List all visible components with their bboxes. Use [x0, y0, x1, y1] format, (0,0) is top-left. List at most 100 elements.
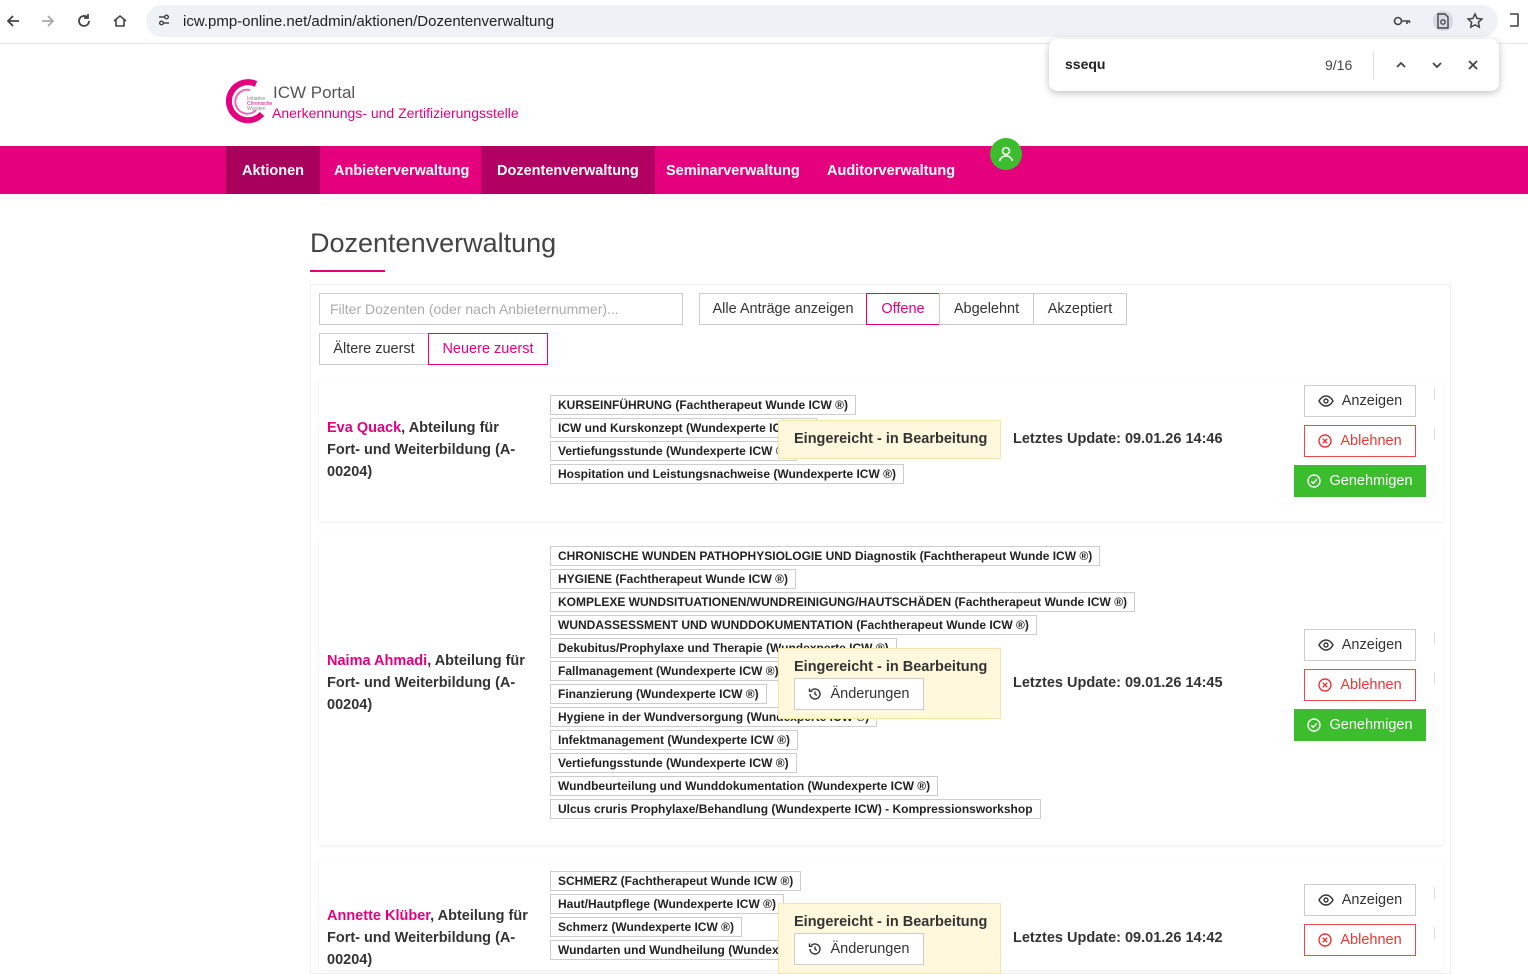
nav-dozentenverwaltung[interactable]: Dozentenverwaltung [481, 146, 655, 194]
changes-button[interactable]: Änderungen [794, 678, 924, 710]
last-update: Letztes Update: 09.01.26 14:42 [1013, 930, 1223, 946]
course-tag: Vertiefungsstunde (Wundexperte ICW ®) [550, 753, 797, 773]
back-icon[interactable] [0, 8, 26, 34]
user-account-icon[interactable] [990, 138, 1022, 170]
find-match-count: 9/16 [1325, 57, 1353, 73]
course-tag: Hospitation und Leistungsnachweise (Wund… [550, 464, 904, 484]
dozent-name-block: Annette Klüber, Abteilung für Fort- und … [327, 905, 532, 971]
url-text: icw.pmp-online.net/admin/aktionen/Dozent… [183, 13, 555, 30]
password-key-icon[interactable] [1392, 12, 1412, 35]
course-tag: Haut/Hautpflege (Wundexperte ICW ®) [550, 894, 784, 914]
nav-auditorverwaltung[interactable]: Auditorverwaltung [811, 146, 971, 194]
check-circle-icon [1307, 718, 1322, 732]
course-tag: ICW und Kurskonzept (Wundexperte ICW ®) [550, 418, 817, 438]
history-icon [809, 688, 822, 700]
status-box: Eingereicht - in Bearbeitung [778, 420, 1001, 459]
approve-label: Genehmigen [1329, 473, 1413, 489]
reject-button[interactable]: Ablehnen [1304, 924, 1416, 956]
find-divider [1373, 51, 1374, 79]
course-tag: Wundbeurteilung und Wunddokumentation (W… [550, 776, 939, 796]
nav-anbieterverwaltung[interactable]: Anbieterverwaltung [318, 146, 485, 194]
course-tag: Fallmanagement (Wundexperte ICW ®) [550, 661, 787, 681]
address-bar[interactable]: icw.pmp-online.net/admin/aktionen/Dozent… [146, 5, 1498, 37]
check-circle-icon [1307, 474, 1322, 488]
find-next-icon[interactable] [1426, 54, 1448, 76]
approve-label: Genehmigen [1329, 717, 1413, 733]
dozent-name[interactable]: Naima Ahmadi [327, 653, 427, 669]
view-label: Anzeigen [1341, 393, 1403, 409]
reject-label: Ablehnen [1340, 932, 1402, 948]
nav-seminarverwaltung[interactable]: Seminarverwaltung [650, 146, 816, 194]
browser-toolbar: icw.pmp-online.net/admin/aktionen/Dozent… [0, 0, 1528, 44]
filter-all-button[interactable]: Alle Anträge anzeigen [699, 293, 867, 325]
status-text: Eingereicht - in Bearbeitung [794, 431, 988, 447]
find-close-icon[interactable] [1462, 54, 1484, 76]
nav-aktionen[interactable]: Aktionen [226, 146, 321, 194]
x-circle-icon [1318, 933, 1333, 947]
portal-subtitle: Anerkennungs- und Zertifizierungsstelle [272, 105, 519, 121]
reject-label: Ablehnen [1340, 433, 1402, 449]
main-navbar: Aktionen Anbieterverwaltung Dozentenverw… [0, 146, 1528, 194]
filter-rejected-button[interactable]: Abgelehnt [939, 293, 1034, 325]
last-update: Letztes Update: 09.01.26 14:45 [1013, 675, 1223, 691]
divider [1434, 428, 1435, 440]
view-button[interactable]: Anzeigen [1304, 385, 1416, 417]
course-tag: CHRONISCHE WUNDEN PATHOPHYSIOLOGIE UND D… [550, 546, 1101, 566]
divider [1434, 887, 1435, 899]
reload-icon[interactable] [71, 8, 97, 34]
filter-accepted-button[interactable]: Akzeptiert [1033, 293, 1127, 325]
divider [1434, 927, 1435, 939]
course-tag: KURSEINFÜHRUNG (Fachtherapeut Wunde ICW … [550, 395, 856, 415]
divider [1434, 632, 1435, 644]
course-tag: HYGIENE (Fachtherapeut Wunde ICW ®) [550, 569, 796, 589]
home-icon[interactable] [107, 8, 133, 34]
page-title: Dozentenverwaltung [310, 228, 557, 258]
dozent-name[interactable]: Eva Quack [327, 420, 401, 436]
reject-button[interactable]: Ablehnen [1304, 669, 1416, 701]
reject-button[interactable]: Ablehnen [1304, 425, 1416, 457]
dozent-name[interactable]: Annette Klüber [327, 908, 430, 924]
divider [1434, 672, 1435, 684]
approve-button[interactable]: Genehmigen [1294, 709, 1426, 741]
changes-button[interactable]: Änderungen [794, 933, 924, 965]
view-button[interactable]: Anzeigen [1304, 629, 1416, 661]
status-box: Eingereicht - in Bearbeitung Änderungen [778, 903, 1001, 974]
find-bar: ssequ 9/16 [1049, 39, 1499, 91]
eye-icon [1317, 894, 1334, 906]
approve-button[interactable]: Genehmigen [1294, 465, 1426, 497]
site-settings-icon[interactable] [156, 12, 172, 33]
sort-older-first-button[interactable]: Ältere zuerst [319, 333, 429, 365]
view-label: Anzeigen [1341, 892, 1403, 908]
dozent-name-block: Naima Ahmadi, Abteilung für Fort- und We… [327, 650, 532, 716]
changes-label: Änderungen [830, 941, 910, 957]
course-tag: Finanzierung (Wundexperte ICW ®) [550, 684, 767, 704]
find-previous-icon[interactable] [1390, 54, 1412, 76]
eye-icon [1317, 395, 1334, 407]
changes-label: Änderungen [830, 686, 910, 702]
x-circle-icon [1318, 678, 1333, 692]
icw-logo: Initiative Chronische Wunden [225, 78, 273, 124]
find-input[interactable]: ssequ [1065, 56, 1105, 72]
filter-input[interactable] [319, 293, 683, 325]
history-icon [809, 943, 822, 955]
forward-icon[interactable] [35, 8, 61, 34]
bookmark-star-icon[interactable] [1466, 12, 1484, 35]
status-text: Eingereicht - in Bearbeitung [794, 914, 988, 930]
page-search-icon[interactable] [1433, 11, 1453, 31]
dozent-name-block: Eva Quack, Abteilung für Fort- und Weite… [327, 417, 532, 483]
course-tag: Infektmanagement (Wundexperte ICW ®) [550, 730, 798, 750]
course-tag: KOMPLEXE WUNDSITUATIONEN/WUNDREINIGUNG/H… [550, 592, 1136, 612]
view-label: Anzeigen [1341, 637, 1403, 653]
status-text: Eingereicht - in Bearbeitung [794, 659, 988, 675]
svg-text:Wunden: Wunden [247, 106, 266, 112]
sort-newer-first-button[interactable]: Neuere zuerst [428, 333, 548, 365]
view-button[interactable]: Anzeigen [1304, 884, 1416, 916]
extensions-icon[interactable] [1508, 10, 1522, 35]
portal-title: ICW Portal [273, 83, 356, 102]
course-tag: SCHMERZ (Fachtherapeut Wunde ICW ®) [550, 871, 802, 891]
eye-icon [1317, 639, 1334, 651]
x-circle-icon [1318, 434, 1333, 448]
reject-label: Ablehnen [1340, 677, 1402, 693]
course-tag: Vertiefungsstunde (Wundexperte ICW ®) [550, 441, 797, 461]
filter-open-button[interactable]: Offene [866, 293, 940, 325]
